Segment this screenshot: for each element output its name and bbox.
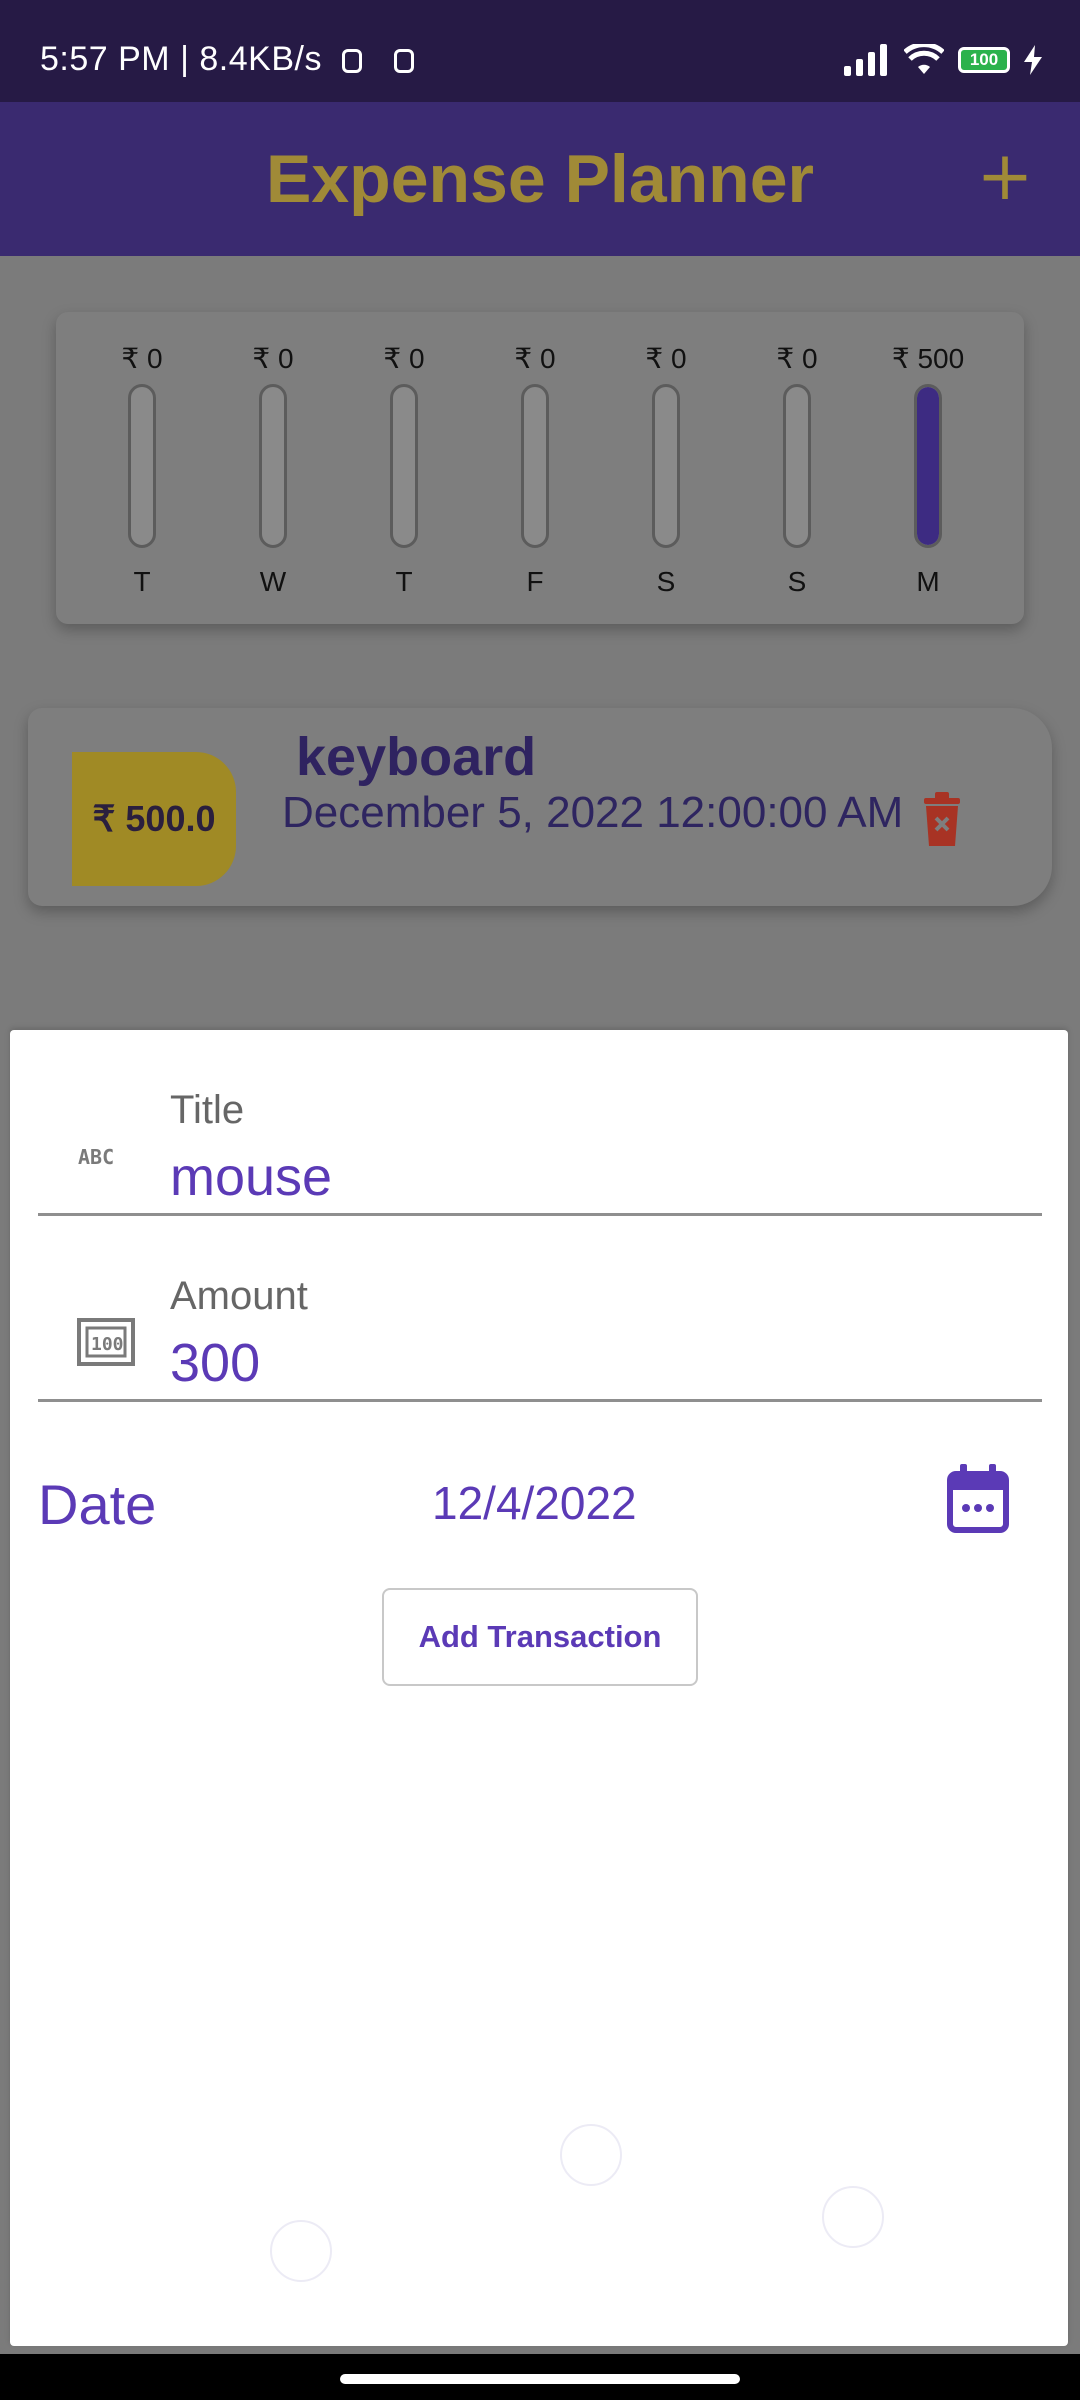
- transaction-amount: ₹ 500.0: [72, 752, 236, 886]
- money-100-icon: 100: [76, 1312, 136, 1372]
- transaction-item: ₹ 500.0 keyboard December 5, 2022 12:00:…: [28, 708, 1052, 906]
- chart-bar-day: S: [656, 566, 676, 597]
- chart-bar-amount: ₹ 0: [514, 343, 556, 374]
- amount-field[interactable]: 100 Amount 300: [38, 1216, 1042, 1402]
- chart-bar-track: [259, 384, 287, 548]
- chart-bar-amount: ₹ 0: [383, 343, 425, 374]
- chart-bar-column: ₹ 500 M: [868, 312, 988, 624]
- status-separator: |: [180, 40, 190, 78]
- abc-icon: ABC: [76, 1126, 136, 1186]
- touch-ripple: [822, 2186, 884, 2248]
- chart-bar-amount: ₹ 0: [121, 343, 163, 374]
- status-bar: 5:57 PM | 8.4KB/s 100: [0, 0, 1080, 102]
- chart-bar-day: M: [916, 566, 940, 597]
- add-transaction-button[interactable]: Add Transaction: [382, 1588, 698, 1686]
- chart-bar-track: [652, 384, 680, 548]
- chart-bar-track: [390, 384, 418, 548]
- status-icons: 100: [844, 44, 1042, 76]
- svg-text:100: 100: [91, 1334, 124, 1355]
- chart-bar-column: ₹ 0 S: [737, 312, 857, 624]
- chart-bar-day: S: [787, 566, 807, 597]
- calendar-icon[interactable]: [946, 1464, 1010, 1534]
- chart-bar-column: ₹ 0 T: [344, 312, 464, 624]
- chart-bar-column: ₹ 0 S: [606, 312, 726, 624]
- chart-bar-column: ₹ 0 W: [213, 312, 333, 624]
- amount-label: Amount: [170, 1274, 308, 1318]
- date-row: Date 12/4/2022: [38, 1464, 1042, 1544]
- date-value: 12/4/2022: [432, 1477, 637, 1529]
- home-indicator[interactable]: [340, 2374, 740, 2384]
- system-nav-bar: [0, 2354, 1080, 2400]
- chart-bar-amount: ₹ 0: [776, 343, 818, 374]
- plus-icon: +: [976, 137, 1034, 216]
- chart-bar-fill: [917, 387, 939, 545]
- chart-bar-amount: ₹ 0: [645, 343, 687, 374]
- chart-bar-day: F: [526, 566, 544, 597]
- chart-bar-amount: ₹ 0: [252, 343, 294, 374]
- status-time: 5:57 PM | 8.4KB/s: [40, 40, 414, 79]
- signal-icon: [844, 44, 887, 76]
- transaction-date: December 5, 2022 12:00:00 AM: [282, 788, 904, 837]
- new-transaction-sheet: ABC Title mouse 100 Amount 300 Date 12/4…: [10, 1030, 1068, 2346]
- amount-input[interactable]: 300: [170, 1332, 260, 1394]
- date-label: Date: [38, 1473, 157, 1536]
- chart-bar-track: [914, 384, 942, 548]
- page-title: Expense Planner: [265, 141, 815, 217]
- chart-bar-track: [783, 384, 811, 548]
- chart-bar-column: ₹ 0 F: [475, 312, 595, 624]
- weekly-chart: ₹ 0 T ₹ 0 W ₹ 0 T ₹ 0 F ₹ 0 S ₹ 0 S ₹ 500 M: [56, 312, 1024, 624]
- network-speed: 8.4KB/s: [199, 40, 322, 78]
- title-input[interactable]: mouse: [170, 1146, 332, 1208]
- chart-bar-day: W: [259, 566, 287, 597]
- transaction-title: keyboard: [296, 727, 537, 787]
- chart-bar-track: [128, 384, 156, 548]
- wifi-icon: [904, 44, 944, 74]
- chart-bar-day: T: [133, 566, 151, 597]
- touch-ripple: [560, 2124, 622, 2186]
- delete-icon[interactable]: [918, 792, 966, 848]
- add-button[interactable]: +: [970, 142, 1040, 212]
- notification-icon: [393, 49, 414, 74]
- chart-bar-column: ₹ 0 T: [82, 312, 202, 624]
- battery-icon: 100: [958, 47, 1010, 73]
- notification-icon: [341, 49, 362, 74]
- charging-icon: [1024, 45, 1042, 75]
- title-field[interactable]: ABC Title mouse: [38, 1030, 1042, 1216]
- clock: 5:57 PM: [40, 40, 171, 78]
- chart-bar-amount: ₹ 500: [891, 343, 965, 374]
- chart-bar-day: T: [395, 566, 413, 597]
- app-bar: Expense Planner +: [0, 102, 1080, 256]
- chart-bar-track: [521, 384, 549, 548]
- svg-text:ABC: ABC: [78, 1145, 114, 1168]
- title-label: Title: [170, 1088, 245, 1132]
- touch-ripple: [270, 2220, 332, 2282]
